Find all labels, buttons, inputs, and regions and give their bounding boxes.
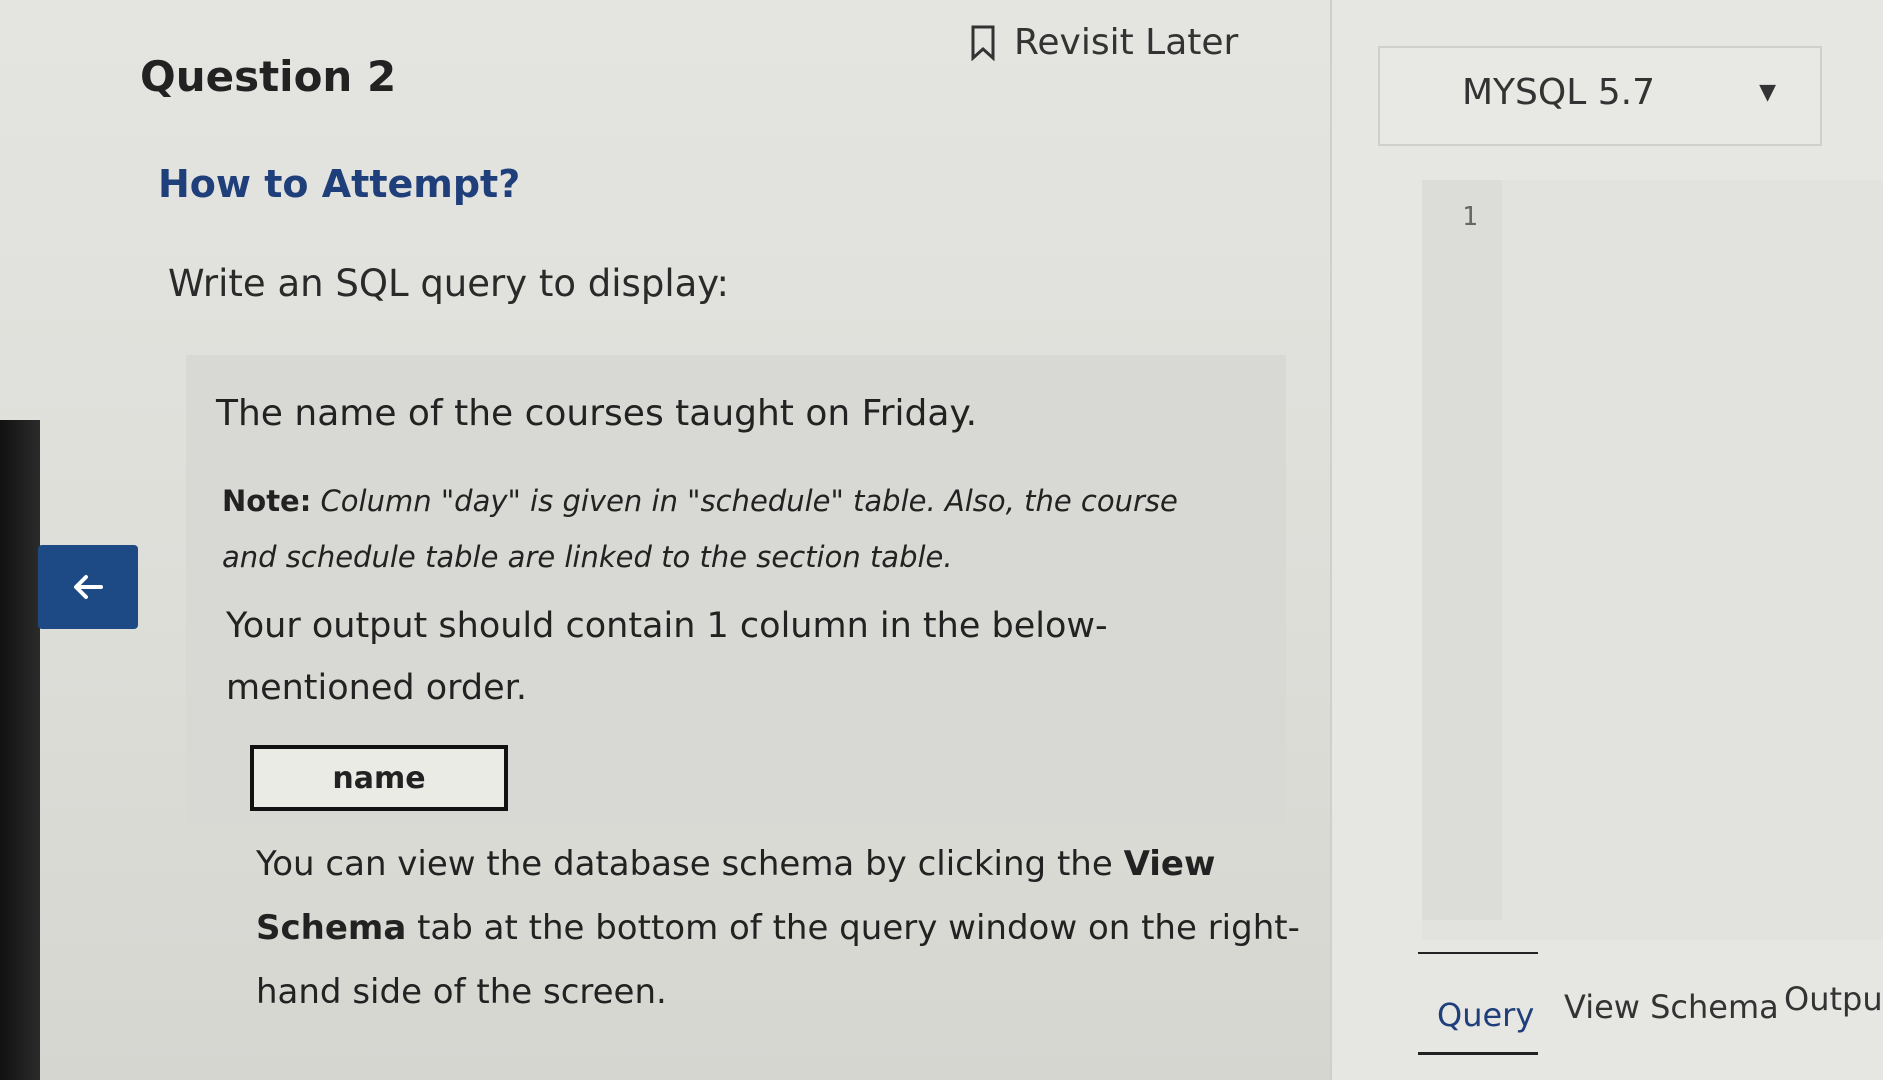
screen: Question 2 Revisit Later How to Attempt?… [0,0,1883,1080]
bookmark-icon [971,25,995,61]
schema-hint: You can view the database schema by clic… [256,832,1316,1024]
task-text: The name of the courses taught on Friday… [216,393,978,434]
tab-query[interactable]: Query [1437,996,1534,1034]
note-body: Column "day" is given in "schedule" tabl… [222,484,1178,574]
note-label: Note: [222,484,312,518]
note-text: Note: Column "day" is given in "schedule… [222,473,1222,585]
tab-divider [1418,952,1538,954]
revisit-later-button[interactable]: Revisit Later [970,22,1238,63]
output-description: Your output should contain 1 column in t… [226,606,1108,708]
question-box: The name of the courses taught on Friday… [186,355,1286,825]
tab-output[interactable]: Output [1784,980,1883,1018]
database-select[interactable]: MYSQL 5.7 ▼ [1378,46,1822,146]
schema-hint-pre: You can view the database schema by clic… [256,844,1124,884]
tab-view-schema[interactable]: View Schema [1564,988,1779,1026]
schema-hint-post: tab at the bottom of the query window on… [256,908,1300,1012]
revisit-later-label: Revisit Later [1014,22,1239,63]
question-panel: Question 2 Revisit Later How to Attempt?… [80,0,1330,1080]
editor-panel: MYSQL 5.7 ▼ 1 Query View Schema Output [1330,0,1883,1080]
active-tab-indicator [1418,1052,1538,1055]
instruction-text: Write an SQL query to display: [168,262,729,305]
monitor-bezel [0,420,40,1080]
arrow-left-icon [74,575,103,599]
collapse-panel-button[interactable] [38,545,138,629]
line-gutter: 1 [1422,180,1502,920]
editor-tab-bar: Query View Schema Output [1332,940,1883,1080]
query-editor[interactable]: 1 [1422,180,1883,940]
database-select-value: MYSQL 5.7 [1462,72,1655,113]
line-number: 1 [1462,202,1478,232]
question-title: Question 2 [140,52,397,101]
output-column-name: name [250,745,508,811]
caret-down-icon: ▼ [1759,80,1776,105]
how-to-attempt-heading: How to Attempt? [158,162,521,206]
